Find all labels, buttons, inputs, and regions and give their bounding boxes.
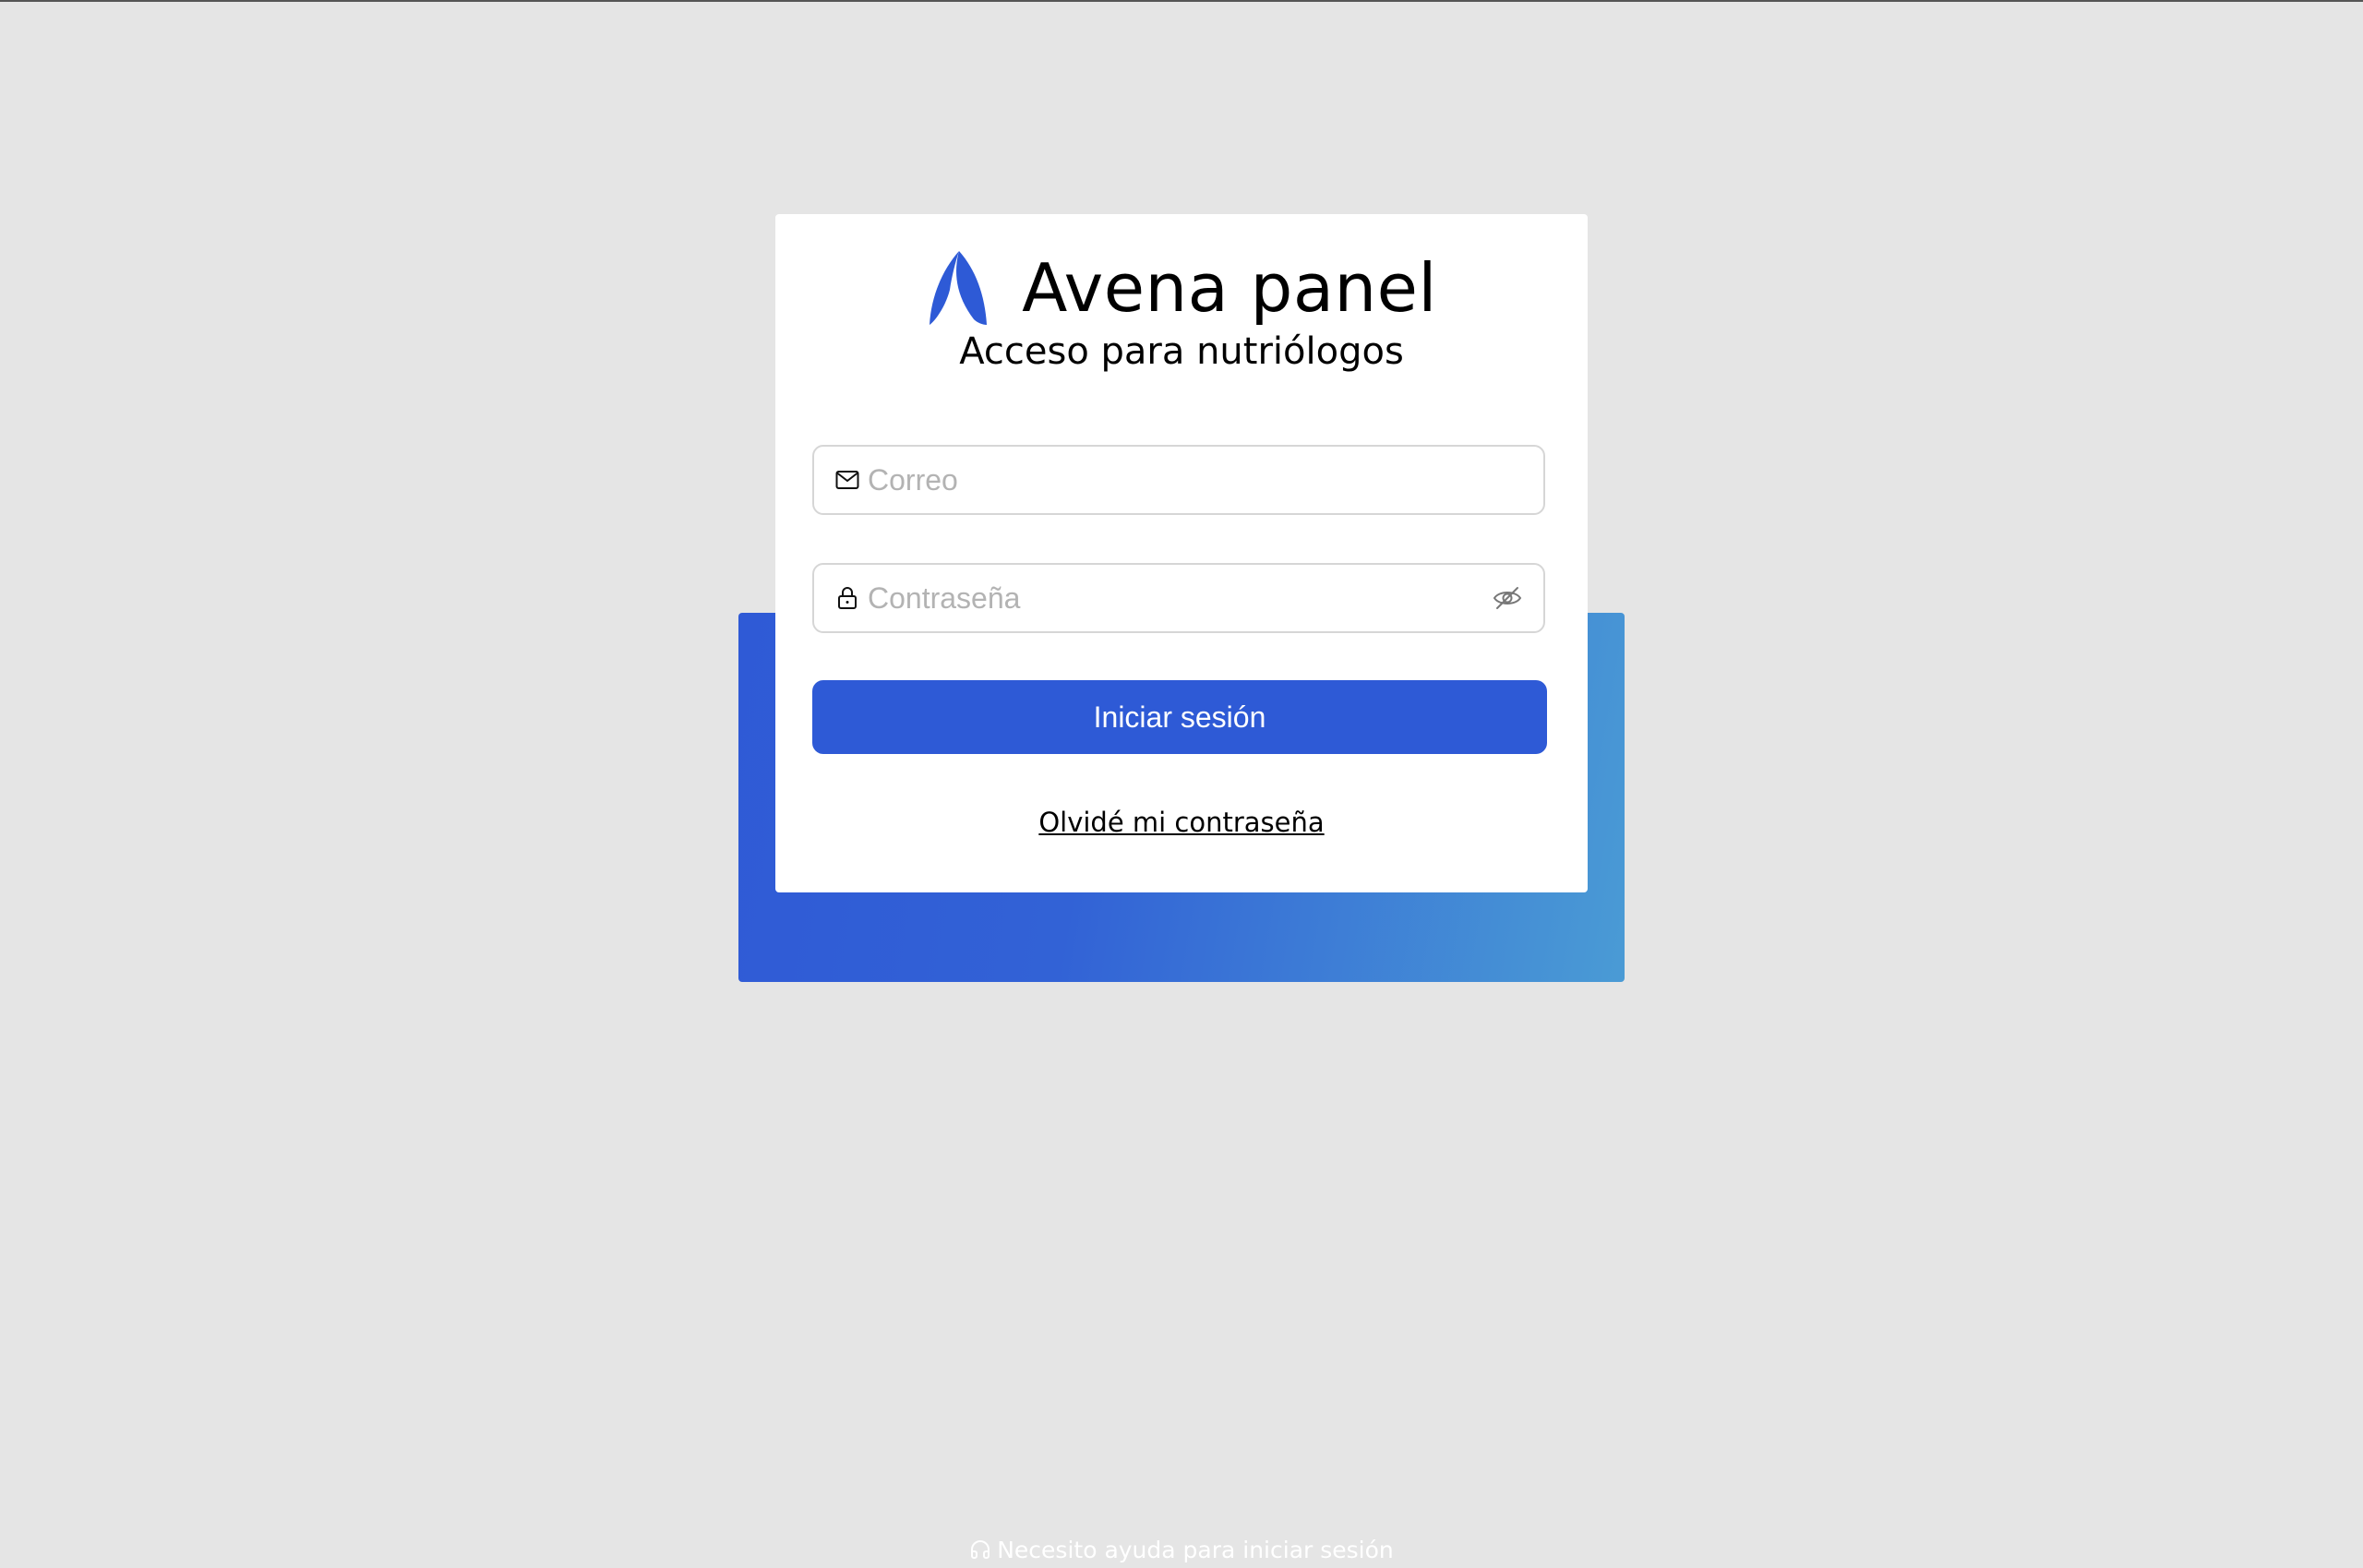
brand-header: Avena panel bbox=[775, 242, 1588, 334]
forgot-password-link[interactable]: Olvidé mi contraseña bbox=[775, 807, 1588, 838]
help-label: Necesito ayuda para iniciar sesión bbox=[997, 1536, 1394, 1563]
top-border bbox=[0, 0, 2363, 2]
avena-leaf-logo bbox=[930, 251, 988, 325]
email-field[interactable] bbox=[812, 445, 1545, 515]
password-field[interactable] bbox=[812, 563, 1545, 633]
headphones-icon bbox=[971, 1540, 990, 1559]
login-button[interactable]: Iniciar sesión bbox=[812, 680, 1547, 754]
brand-name: Avena panel bbox=[1022, 249, 1437, 327]
help-link[interactable]: Necesito ayuda para iniciar sesión bbox=[738, 1531, 1625, 1568]
email-input[interactable] bbox=[868, 462, 1543, 497]
login-card: Avena panel Acceso para nutriólogos Corr… bbox=[775, 214, 1588, 892]
password-input[interactable] bbox=[868, 581, 1490, 616]
mail-icon bbox=[834, 467, 860, 493]
eye-off-icon[interactable] bbox=[1490, 581, 1525, 616]
lock-icon bbox=[834, 585, 860, 611]
page-subtitle: Acceso para nutriólogos bbox=[959, 330, 1404, 373]
